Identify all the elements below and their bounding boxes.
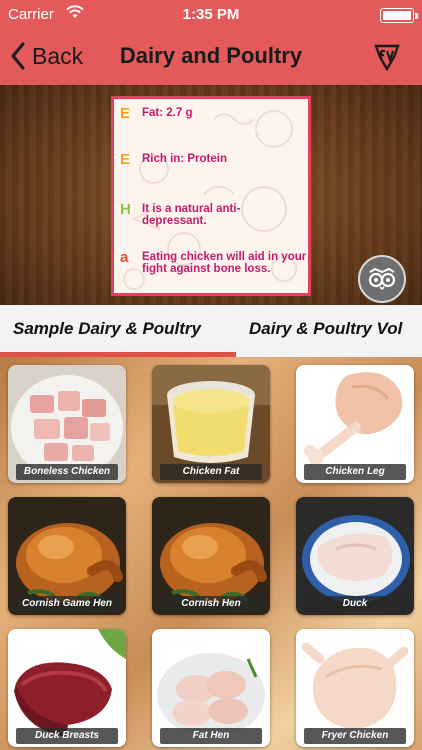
fact-glyph: H [120,201,131,218]
food-item-tile[interactable]: Chicken Fat [152,365,270,483]
food-item-label: Chicken Leg [304,464,406,480]
status-bar: Carrier 1:35 PM [0,0,422,30]
category-tabs: Sample Dairy & Poultry Dairy & Poultry V… [0,305,422,357]
food-item-label: Cornish Hen [160,596,262,612]
food-item-tile[interactable]: Duck [296,497,414,615]
app-logo-icon[interactable] [372,42,402,77]
chevron-left-icon [11,42,25,70]
tab-sample-dairy-poultry[interactable]: Sample Dairy & Poultry [13,319,201,339]
food-item-label: Boneless Chicken [16,464,118,480]
fact-row: E Rich in: Protein [120,151,307,168]
owl-button[interactable] [358,255,406,303]
nutrition-banner: E Fat: 2.7 g E Rich in: Protein H It is … [0,85,422,362]
back-button-label: Back [32,42,84,69]
food-item-tile[interactable]: Boneless Chicken [8,365,126,483]
back-button[interactable]: Back [10,42,83,70]
food-item-tile[interactable]: Fat Hen [152,629,270,747]
food-item-label: Chicken Fat [160,464,262,480]
fact-text: Rich in: Protein [142,153,227,165]
food-item-label: Duck Breasts [16,728,118,744]
battery-tip [415,13,418,19]
fact-text: Eating chicken will aid in your fight ag… [142,251,307,275]
food-item-tile[interactable]: Cornish Hen [152,497,270,615]
food-item-tile[interactable]: Fryer Chicken [296,629,414,747]
food-item-label: Cornish Game Hen [16,596,118,612]
food-item-label: Duck [304,596,406,612]
food-item-label: Fryer Chicken [304,728,406,744]
food-item-tile[interactable]: Cornish Game Hen [8,497,126,615]
fact-row: a Eating chicken will aid in your fight … [120,249,307,275]
status-time: 1:35 PM [182,6,240,23]
fact-text: Fat: 2.7 g [142,107,193,119]
fact-row: E Fat: 2.7 g [120,105,307,122]
fact-row: H It is a natural anti-depressant. [120,201,252,227]
nutrition-facts-card: E Fat: 2.7 g E Rich in: Protein H It is … [111,96,311,296]
food-item-label: Fat Hen [160,728,262,744]
fact-glyph: E [120,151,131,168]
tab-dairy-poultry-vol[interactable]: Dairy & Poultry Vol [249,319,402,339]
owl-icon [368,268,396,290]
food-grid: Boneless Chicken Chicken Fat Chicken Leg [0,357,422,750]
fact-glyph: E [120,105,131,122]
navigation-bar: Back Dairy and Poultry [0,30,422,85]
food-item-tile[interactable]: Duck Breasts [8,629,126,747]
battery-icon [380,8,414,23]
fact-glyph: a [120,249,129,266]
fact-text: It is a natural anti-depressant. [142,203,241,227]
food-item-tile[interactable]: Chicken Leg [296,365,414,483]
